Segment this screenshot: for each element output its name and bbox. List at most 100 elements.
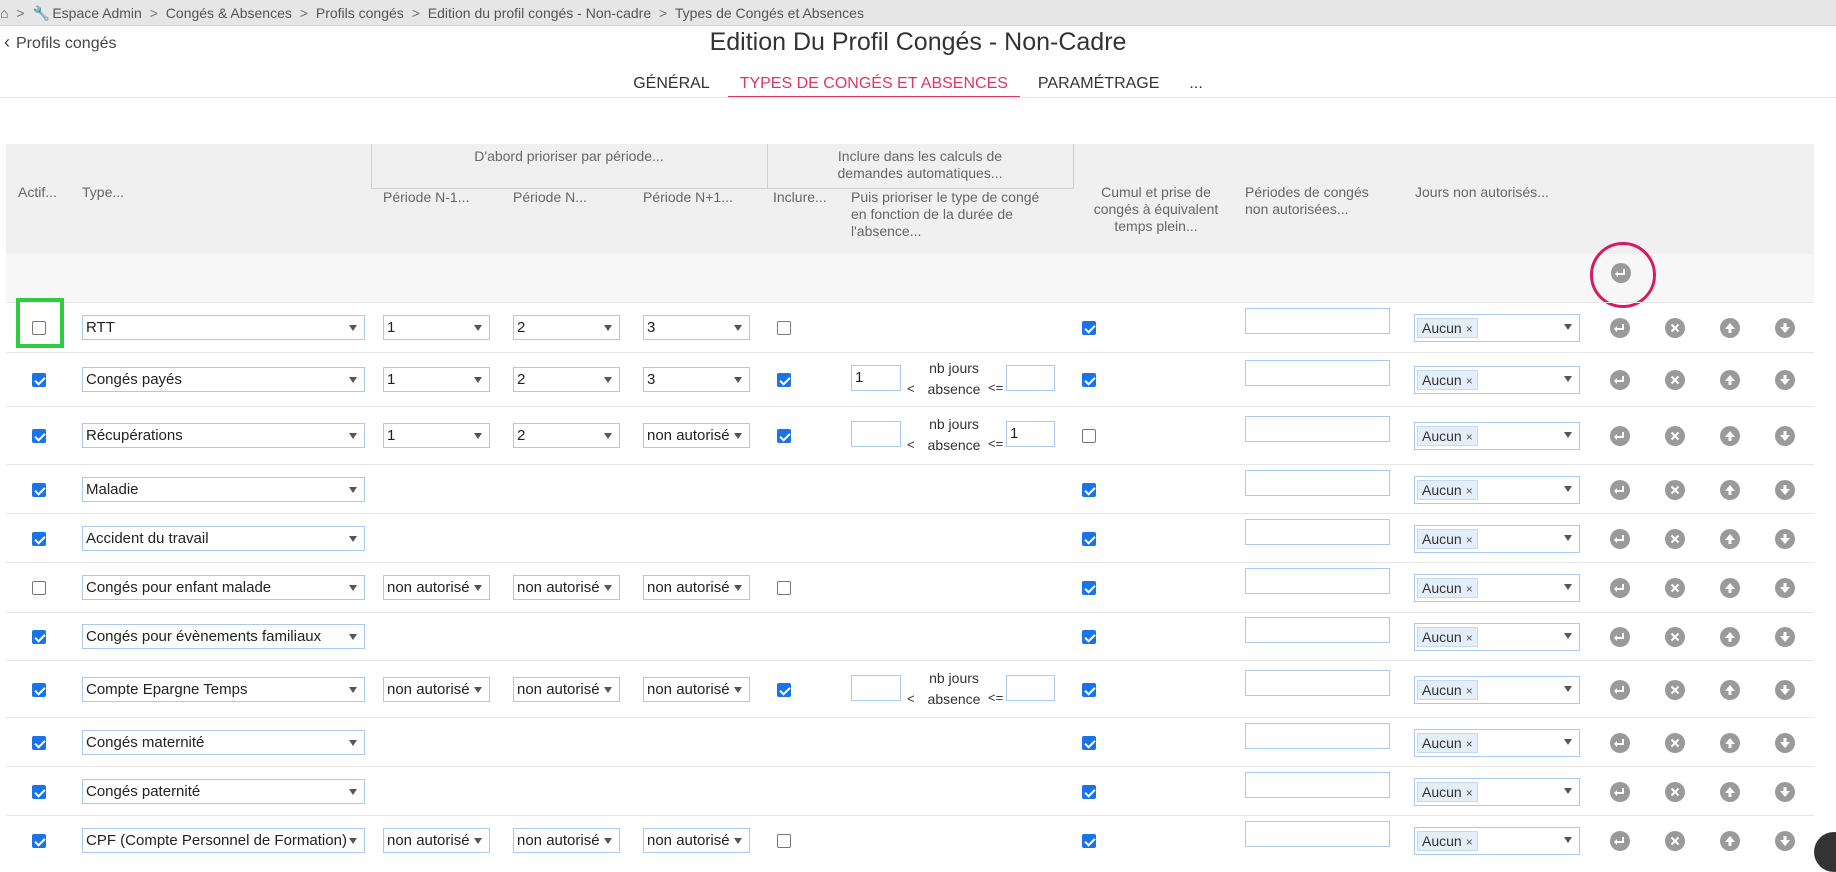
max-days-input[interactable] [1006, 365, 1055, 391]
header-actif[interactable]: Actif... [18, 184, 57, 201]
undo-icon[interactable] [1610, 733, 1630, 753]
periode-n1-select[interactable]: 1 [383, 315, 490, 340]
move-down-icon[interactable] [1775, 578, 1795, 598]
periodes-non-autorisees-input[interactable] [1245, 360, 1390, 386]
periodes-non-autorisees-input[interactable] [1245, 519, 1390, 545]
move-up-icon[interactable] [1720, 831, 1740, 851]
cumul-checkbox[interactable] [1082, 736, 1096, 750]
periodes-non-autorisees-input[interactable] [1245, 568, 1390, 594]
tab-parametrage[interactable]: PARAMÉTRAGE [1026, 72, 1172, 98]
move-down-icon[interactable] [1775, 627, 1795, 647]
periode-n1-select[interactable]: 1 [383, 423, 490, 448]
periode-np1-select[interactable]: non autorisé [643, 423, 750, 448]
move-down-icon[interactable] [1775, 782, 1795, 802]
type-select[interactable]: Congés pour évènements familiaux [82, 624, 365, 649]
active-checkbox[interactable] [32, 581, 46, 595]
undo-icon[interactable] [1610, 318, 1630, 338]
breadcrumb-item-profils[interactable]: Profils congés [316, 5, 404, 21]
undo-icon[interactable] [1610, 680, 1630, 700]
header-periode-n[interactable]: Période N... [513, 189, 587, 206]
header-periode-np1[interactable]: Période N+1... [643, 189, 733, 206]
move-down-icon[interactable] [1775, 370, 1795, 390]
delete-icon[interactable] [1665, 831, 1685, 851]
cumul-checkbox[interactable] [1082, 683, 1096, 697]
periode-n-select[interactable]: 2 [513, 315, 620, 340]
help-bubble[interactable] [1814, 832, 1836, 872]
move-up-icon[interactable] [1720, 578, 1740, 598]
max-days-input[interactable] [1006, 675, 1055, 701]
inclure-checkbox[interactable] [777, 321, 791, 335]
inclure-checkbox[interactable] [777, 373, 791, 387]
active-checkbox[interactable] [32, 483, 46, 497]
delete-icon[interactable] [1665, 627, 1685, 647]
periode-n1-select[interactable]: non autorisé [383, 677, 490, 702]
active-checkbox[interactable] [32, 785, 46, 799]
periode-n1-select[interactable]: non autorisé [383, 575, 490, 600]
active-checkbox[interactable] [32, 373, 46, 387]
min-days-input[interactable] [851, 675, 901, 701]
remove-tag-icon[interactable]: × [1466, 582, 1473, 596]
undo-icon[interactable] [1610, 370, 1630, 390]
delete-icon[interactable] [1665, 529, 1685, 549]
periode-n-select[interactable]: 2 [513, 423, 620, 448]
breadcrumb-item-conges[interactable]: Congés & Absences [166, 5, 292, 21]
periodes-non-autorisees-input[interactable] [1245, 821, 1390, 847]
cumul-checkbox[interactable] [1082, 532, 1096, 546]
header-jours-non-autorises[interactable]: Jours non autorisés... [1415, 184, 1549, 201]
periode-n-select[interactable]: 2 [513, 367, 620, 392]
periode-n-select[interactable]: non autorisé [513, 677, 620, 702]
cumul-checkbox[interactable] [1082, 429, 1096, 443]
remove-tag-icon[interactable]: × [1466, 322, 1473, 336]
remove-tag-icon[interactable]: × [1466, 835, 1473, 849]
move-down-icon[interactable] [1775, 318, 1795, 338]
type-select[interactable]: RTT [82, 315, 365, 340]
max-days-input[interactable]: 1 [1006, 421, 1055, 447]
inclure-checkbox[interactable] [777, 429, 791, 443]
move-down-icon[interactable] [1775, 831, 1795, 851]
tab-types-conges[interactable]: TYPES DE CONGÉS ET ABSENCES [727, 72, 1020, 98]
move-up-icon[interactable] [1720, 529, 1740, 549]
header-puis-prioriser[interactable]: Puis prioriser le type de congé en fonct… [851, 189, 1051, 240]
periode-np1-select[interactable]: 3 [643, 315, 750, 340]
type-select[interactable]: Congés payés [82, 367, 365, 392]
move-down-icon[interactable] [1775, 680, 1795, 700]
active-checkbox[interactable] [32, 429, 46, 443]
type-select[interactable]: Récupérations [82, 423, 365, 448]
move-up-icon[interactable] [1720, 426, 1740, 446]
breadcrumb-item-admin[interactable]: Espace Admin [52, 5, 142, 21]
move-up-icon[interactable] [1720, 627, 1740, 647]
periode-np1-select[interactable]: non autorisé [643, 677, 750, 702]
active-checkbox[interactable] [32, 736, 46, 750]
delete-icon[interactable] [1665, 578, 1685, 598]
periode-np1-select[interactable]: non autorisé [643, 828, 750, 853]
remove-tag-icon[interactable]: × [1466, 631, 1473, 645]
cumul-checkbox[interactable] [1082, 834, 1096, 848]
periodes-non-autorisees-input[interactable] [1245, 470, 1390, 496]
delete-icon[interactable] [1665, 318, 1685, 338]
cumul-checkbox[interactable] [1082, 785, 1096, 799]
move-up-icon[interactable] [1720, 480, 1740, 500]
tab-more[interactable]: ... [1177, 72, 1214, 98]
move-up-icon[interactable] [1720, 680, 1740, 700]
breadcrumb-item-edition[interactable]: Edition du profil congés - Non-cadre [428, 5, 651, 21]
active-checkbox[interactable] [32, 834, 46, 848]
active-checkbox[interactable] [32, 630, 46, 644]
active-checkbox[interactable] [32, 683, 46, 697]
remove-tag-icon[interactable]: × [1466, 430, 1473, 444]
reset-all-button[interactable] [1590, 242, 1656, 308]
periodes-non-autorisees-input[interactable] [1245, 308, 1390, 334]
move-down-icon[interactable] [1775, 426, 1795, 446]
periode-n-select[interactable]: non autorisé [513, 828, 620, 853]
periodes-non-autorisees-input[interactable] [1245, 670, 1390, 696]
move-down-icon[interactable] [1775, 480, 1795, 500]
move-down-icon[interactable] [1775, 733, 1795, 753]
header-type[interactable]: Type... [82, 184, 124, 201]
header-periodes-non-autorisees[interactable]: Périodes de congés non autorisées... [1245, 184, 1385, 218]
type-select[interactable]: Congés pour enfant malade [82, 575, 365, 600]
cumul-checkbox[interactable] [1082, 321, 1096, 335]
undo-icon[interactable] [1610, 426, 1630, 446]
remove-tag-icon[interactable]: × [1466, 684, 1473, 698]
move-up-icon[interactable] [1720, 318, 1740, 338]
periode-n1-select[interactable]: 1 [383, 367, 490, 392]
delete-icon[interactable] [1665, 680, 1685, 700]
